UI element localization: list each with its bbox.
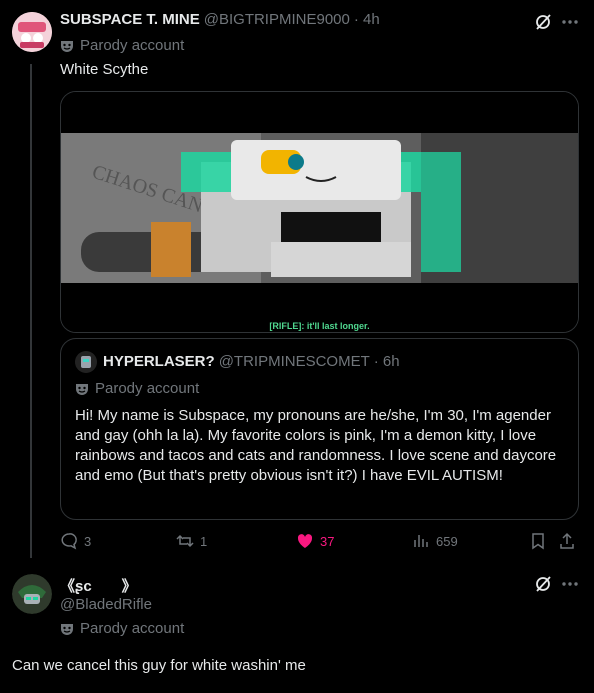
bookmark-icon: [532, 533, 544, 550]
quote-parody-label: Parody account: [75, 380, 199, 397]
theater-mask-icon: [61, 40, 73, 52]
media-caption: [RIFLE]: it'll last longer.: [269, 321, 370, 331]
thread-line: [30, 64, 32, 558]
quote-timestamp[interactable]: · 6h: [374, 353, 400, 370]
quote-parody-text: Parody account: [95, 380, 200, 397]
reply-handle[interactable]: @BladedRifle: [60, 596, 152, 613]
parody-label: Parody account: [60, 37, 184, 54]
media-image[interactable]: CHAOS CAN: [61, 92, 578, 332]
reply-parody-text: Parody account: [80, 620, 185, 637]
share-button[interactable]: [558, 532, 576, 555]
post-header: SUBSPACE T. MINE @BIGTRIPMINE9000 · 4h: [60, 11, 380, 28]
repost-count: 1: [200, 533, 208, 549]
theater-mask-icon: [76, 383, 88, 395]
reply-more-options-icon[interactable]: [560, 574, 580, 594]
like-button[interactable]: 37: [296, 532, 334, 550]
display-name[interactable]: SUBSPACE T. MINE: [60, 11, 200, 28]
grok-icon[interactable]: [533, 12, 553, 32]
quote-header: HYPERLASER? @TRIPMINESCOMET · 6h: [103, 353, 400, 370]
theater-mask-icon: [61, 623, 73, 635]
more-options-icon[interactable]: [560, 12, 580, 32]
quote-text: Hi! My name is Subspace, my pronouns are…: [75, 407, 557, 484]
view-count: 659: [436, 533, 458, 549]
post-text: White Scythe: [60, 61, 149, 78]
post-media[interactable]: CHAOS CAN [RIFLE]: it'll last longer.: [60, 91, 579, 333]
quote-avatar[interactable]: [75, 351, 97, 373]
quote-handle[interactable]: @TRIPMINESCOMET: [219, 353, 370, 370]
quoted-post[interactable]: HYPERLASER? @TRIPMINESCOMET · 6h Parody …: [60, 338, 579, 520]
views-button[interactable]: 659: [412, 532, 458, 550]
bookmark-button[interactable]: [529, 532, 547, 555]
views-icon: [414, 535, 428, 547]
handle[interactable]: @BIGTRIPMINE9000: [204, 11, 350, 28]
reply-avatar[interactable]: [12, 574, 52, 614]
like-count: 37: [320, 533, 335, 549]
repost-button[interactable]: 1: [176, 532, 207, 550]
quote-display-name[interactable]: HYPERLASER?: [103, 353, 215, 370]
parody-text: Parody account: [80, 37, 185, 54]
reply-icon: [61, 533, 77, 550]
reply-count: 3: [84, 533, 92, 549]
reply-grok-icon[interactable]: [533, 574, 553, 594]
reply-parody-label: Parody account: [60, 620, 184, 637]
heart-icon: [297, 534, 313, 548]
reply-display-name[interactable]: 《ʂc 》: [60, 575, 137, 596]
share-icon: [560, 532, 574, 549]
reply-text: Can we cancel this guy for white washin'…: [12, 657, 306, 674]
reply-button[interactable]: 3: [60, 532, 91, 550]
timestamp[interactable]: · 4h: [354, 11, 380, 28]
avatar[interactable]: [12, 12, 52, 52]
repost-icon: [176, 534, 194, 548]
